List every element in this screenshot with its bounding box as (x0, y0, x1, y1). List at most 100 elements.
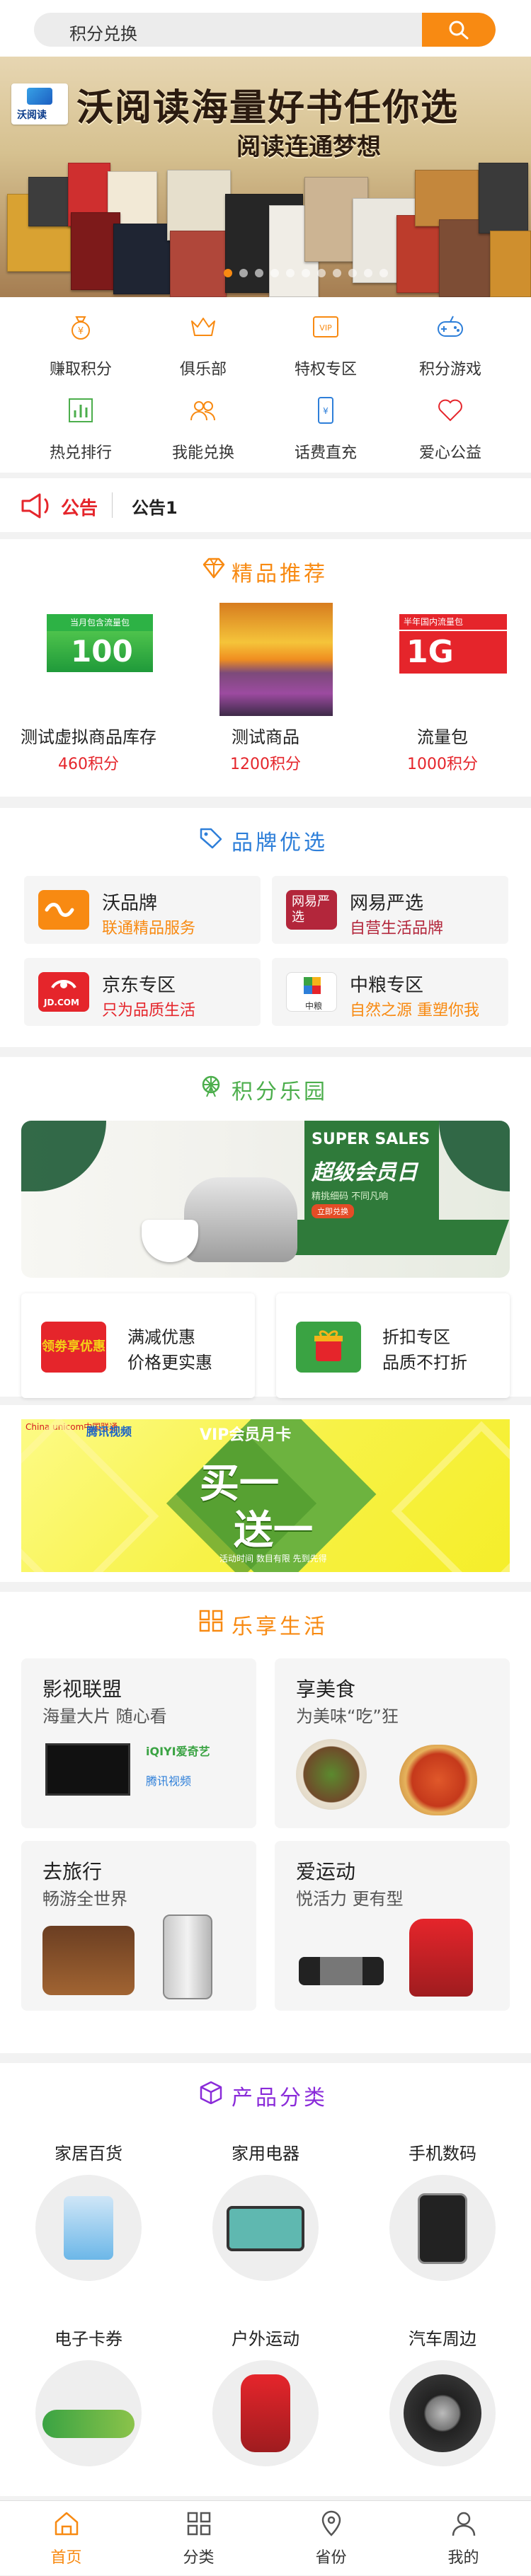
quick-earn-points[interactable]: ¥ 赚取积分 (31, 306, 130, 383)
vip-icon: VIP (313, 316, 338, 337)
quick-hot-rank[interactable]: 热兑排行 (31, 389, 130, 467)
brand-section: 品牌优选 沃品牌 联通精品服务 网易严选 网易严选 自营生活品牌 JD.COM … (0, 808, 531, 1047)
brand-name: 网易严选 (350, 893, 424, 914)
park-card-discount[interactable]: 领劵享优惠 满减优惠 价格更实惠 (21, 1293, 255, 1398)
bar-chart-icon (69, 398, 93, 422)
wo-brand-logo (38, 890, 89, 930)
category-appliance[interactable]: 家用电器 (177, 2139, 354, 2323)
brand-name: 京东专区 (102, 975, 176, 996)
life-card-food[interactable]: 享美食 为美味“吃”狂 (275, 1658, 510, 1828)
category-digital[interactable]: 手机数码 (354, 2139, 531, 2323)
user-icon (452, 2512, 476, 2536)
brand-card-jd[interactable]: JD.COM 京东专区 只为品质生活 (24, 958, 261, 1026)
phone-icon: ¥ (318, 397, 333, 424)
money-bag-icon: ¥ (72, 316, 90, 340)
quick-label: 赚取积分 (49, 361, 112, 379)
life-card-travel[interactable]: 去旅行 畅游全世界 (21, 1841, 256, 2011)
product-image: 当月包含流量包 100 (42, 603, 156, 716)
category-name: 汽车周边 (409, 2329, 476, 2349)
quick-label: 俱乐部 (179, 361, 227, 379)
quick-label: 特权专区 (294, 361, 357, 379)
life-desc: 悦活力 更有型 (296, 1889, 404, 1909)
category-image (389, 2360, 496, 2466)
category-name: 家居百货 (55, 2144, 122, 2164)
svg-text:VIP: VIP (319, 323, 332, 333)
product-card[interactable]: 当月包含流量包 100 测试虚拟商品库存 460积分 (0, 603, 177, 773)
svg-text:¥: ¥ (323, 406, 329, 416)
brand-desc: 只为品质生活 (102, 1002, 196, 1020)
tab-label: 首页 (50, 2549, 82, 2567)
product-card[interactable]: 测试商品 1200积分 (177, 603, 354, 773)
tab-home[interactable]: 首页 (0, 2501, 132, 2576)
section-header: 精品推荐 (0, 539, 531, 599)
vip-title: VIP会员月卡 (200, 1426, 292, 1444)
brand-card-cofco[interactable]: 中粮 中粮专区 自然之源 重塑你我 (272, 958, 508, 1026)
brand-card-wo[interactable]: 沃品牌 联通精品服务 (24, 876, 261, 944)
product-price: 1200积分 (230, 756, 301, 773)
tab-mine[interactable]: 我的 (397, 2501, 530, 2576)
category-auto[interactable]: 汽车周边 (354, 2325, 531, 2509)
dumbbell-image (299, 1957, 384, 1985)
category-image (35, 2175, 142, 2281)
search-icon (449, 21, 469, 40)
notice-bar[interactable]: 公告 公告1 (0, 478, 531, 532)
category-ecard[interactable]: 电子卡券 (0, 2325, 177, 2509)
section-title: 品牌优选 (232, 831, 328, 855)
promo-banner[interactable]: 沃阅读 沃阅读海量好书任你选 阅读连通梦想 (0, 57, 531, 297)
life-title: 影视联盟 (42, 1677, 122, 1701)
category-section: 产品分类 家居百货 家用电器 手机数码 电子卡券 户外运动 汽车周边 (0, 2063, 531, 2496)
notice-divider (112, 492, 113, 518)
product-name: 测试虚拟商品库存 (21, 727, 156, 747)
super-sales-banner[interactable]: SUPER SALES 超级会员日 精挑细码 不同凡响 立即兑换 (21, 1121, 510, 1278)
food-bowl-image (296, 1739, 367, 1810)
life-card-sports[interactable]: 爱运动 悦活力 更有型 (275, 1841, 510, 2011)
life-title: 爱运动 (296, 1860, 356, 1883)
brand-name: 中粮专区 (350, 975, 424, 996)
park-card-title: 折扣专区 (382, 1327, 450, 1347)
search-input[interactable]: 积分兑换 (34, 13, 496, 47)
product-card[interactable]: 半年国内流量包 1G 流量包 1000积分 (354, 603, 531, 773)
banner-pagination[interactable] (224, 269, 388, 277)
bottom-tab-bar: 首页 分类 省份 我的 (0, 2500, 531, 2575)
section-title: 精品推荐 (232, 562, 328, 587)
tab-category[interactable]: 分类 (132, 2501, 265, 2576)
quick-club[interactable]: 俱乐部 (154, 306, 253, 383)
quick-label: 爱心公益 (418, 444, 481, 462)
quick-can-redeem[interactable]: 我能兑换 (154, 389, 253, 467)
quick-phone-recharge[interactable]: ¥ 话费直充 (276, 389, 375, 467)
heart-icon (438, 399, 462, 422)
search-button[interactable] (422, 13, 496, 47)
vip-promo-section: China unicom中国联通 腾讯视频 VIP会员月卡 买一 送一 活动时间… (0, 1405, 531, 1582)
group-icon (190, 401, 215, 421)
life-title: 享美食 (296, 1677, 356, 1701)
life-card-movies[interactable]: 影视联盟 海量大片 随心看 iQIYI爱奇艺 腾讯视频 (21, 1658, 256, 1828)
iqiyi-logo: iQIYI爱奇艺 (146, 1745, 210, 1758)
bags-image (42, 1926, 135, 1995)
tab-label: 我的 (447, 2549, 479, 2567)
banner-title: 沃阅读海量好书任你选 (76, 86, 459, 129)
notice-text[interactable]: 公告1 (132, 494, 178, 519)
category-image (389, 2175, 496, 2281)
section-title: 乐享生活 (232, 1615, 328, 1639)
tab-label: 省份 (315, 2549, 347, 2567)
tab-province[interactable]: 省份 (265, 2501, 397, 2576)
category-home[interactable]: 家居百货 (0, 2139, 177, 2323)
location-icon (321, 2510, 341, 2536)
section-title: 产品分类 (232, 2086, 328, 2110)
life-desc: 海量大片 随心看 (42, 1706, 167, 1726)
svg-text:¥: ¥ (78, 326, 84, 337)
quick-points-game[interactable]: 积分游戏 (401, 306, 500, 383)
category-outdoor[interactable]: 户外运动 (177, 2325, 354, 2509)
brand-card-wangyi[interactable]: 网易严选 网易严选 自营生活品牌 (272, 876, 508, 944)
vip-promo-banner[interactable]: China unicom中国联通 腾讯视频 VIP会员月卡 买一 送一 活动时间… (21, 1419, 510, 1572)
brand-desc: 联通精品服务 (102, 920, 196, 937)
brand-desc: 自然之源 重塑你我 (350, 1002, 479, 1020)
park-card-sale[interactable]: 折扣专区 品质不打折 (276, 1293, 510, 1398)
section-header: 乐享生活 (0, 1592, 531, 1651)
banner-subtitle: 阅读连通梦想 (236, 133, 381, 161)
quick-charity[interactable]: 爱心公益 (401, 389, 500, 467)
quick-privilege[interactable]: VIP 特权专区 (276, 306, 375, 383)
category-name: 手机数码 (409, 2144, 476, 2164)
suitcase-image (163, 1914, 212, 1999)
quick-label: 积分游戏 (418, 361, 481, 379)
